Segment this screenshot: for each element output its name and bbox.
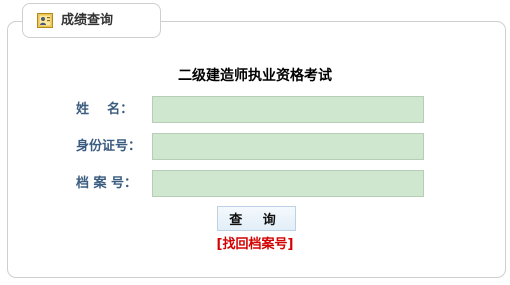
id-number-input[interactable] [152, 133, 424, 160]
score-query-page: 成绩查询 二级建造师执业资格考试 姓 名： 身份证号： 档 案 号： 查 询 [… [0, 0, 510, 285]
tab-title: 成绩查询 [61, 13, 114, 28]
query-button[interactable]: 查 询 [217, 206, 296, 231]
form-title: 二级建造师执业资格考试 [178, 68, 332, 84]
id-number-label: 身份证号： [76, 139, 142, 154]
id-card-icon [37, 13, 53, 28]
retrieve-file-number-link[interactable]: [找回档案号] [0, 236, 510, 254]
name-input[interactable] [152, 96, 424, 123]
tab-score-query[interactable]: 成绩查询 [22, 3, 161, 38]
name-label: 姓 名： [76, 102, 134, 117]
file-number-input[interactable] [152, 170, 424, 197]
file-number-label: 档 案 号： [76, 176, 138, 191]
